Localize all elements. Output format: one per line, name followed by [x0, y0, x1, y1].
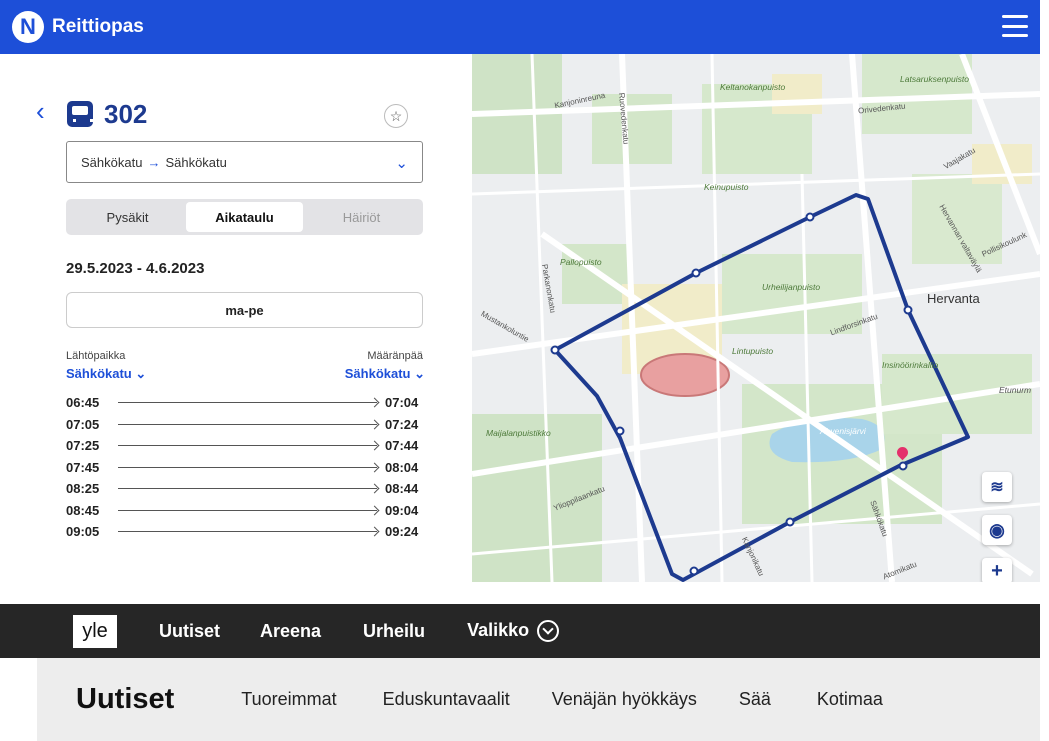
departure-time: 08:25 [66, 481, 100, 497]
tab-disruptions[interactable]: Häiriöt [303, 202, 420, 232]
origin-label: Lähtöpaikka [66, 350, 126, 362]
timetable-row[interactable]: 08:25 08:44 [66, 478, 423, 500]
tab-stops[interactable]: Pysäkit [69, 202, 186, 232]
nav-areena[interactable]: Areena [260, 621, 321, 642]
timetable-row[interactable]: 06:45 07:04 [66, 392, 423, 414]
hamburger-menu-icon[interactable] [1002, 15, 1028, 37]
section-link-eduskuntavaalit[interactable]: Eduskuntavaalit [383, 689, 510, 710]
arrival-time: 08:04 [385, 459, 419, 475]
favorite-star-icon[interactable]: ☆ [384, 104, 408, 128]
timetable-row[interactable]: 08:45 09:04 [66, 500, 423, 522]
section-nav: Uutiset Tuoreimmat Eduskuntavaalit Venäj… [37, 658, 1040, 741]
arrow-line [118, 488, 377, 490]
zoom-in-icon[interactable]: + [982, 558, 1012, 582]
section-link-kotimaa[interactable]: Kotimaa [817, 689, 883, 710]
yle-top-nav: yle Uutiset Areena Urheilu Valikko [0, 604, 1040, 658]
arrival-time: 07:24 [385, 416, 419, 432]
locate-me-icon[interactable]: ◉ [982, 515, 1012, 545]
map-label-park: Latsaruksenpuisto [900, 74, 969, 84]
bus-icon [67, 101, 93, 127]
departure-time: 06:45 [66, 395, 100, 411]
app-header: N Reittiopas [0, 0, 1040, 54]
map-district-label: Hervanta [927, 291, 980, 306]
route-tabs: Pysäkit Aikataulu Häiriöt [66, 199, 423, 235]
yle-logo[interactable]: yle [73, 614, 117, 648]
nav-urheilu[interactable]: Urheilu [363, 621, 425, 642]
chevron-down-circle-icon [537, 620, 560, 643]
arrow-line [118, 423, 377, 425]
route-panel: ‹ 302 ☆ Sähkökatu → Sähkökatu ⌄ Pysäkit … [0, 54, 472, 582]
arrival-time: 07:44 [385, 438, 419, 454]
departure-time: 07:25 [66, 438, 100, 454]
layers-icon[interactable]: ≋ [982, 472, 1012, 502]
map-label-park: Insinöörinkallio [882, 360, 939, 370]
departure-time: 07:05 [66, 416, 100, 432]
arrow-line [118, 509, 377, 511]
map-label-area: Etunurm [999, 385, 1032, 395]
chevron-down-icon: ⌄ [395, 155, 408, 172]
app-logo[interactable]: N [12, 11, 44, 43]
timetable-row[interactable]: 07:25 07:44 [66, 435, 423, 457]
origin-stop-select[interactable]: Sähkökatu ⌄ [66, 366, 146, 382]
departure-time: 07:45 [66, 459, 100, 475]
map-label-park: Keinupuisto [704, 182, 749, 192]
back-chevron-icon[interactable]: ‹ [36, 98, 45, 124]
section-title[interactable]: Uutiset [76, 683, 174, 716]
direction-select[interactable]: Sähkökatu → Sähkökatu ⌄ [66, 141, 423, 183]
arrow-line [118, 445, 377, 447]
section-link-venajan-hyokkays[interactable]: Venäjän hyökkäys [552, 689, 697, 710]
departure-time: 09:05 [66, 524, 100, 540]
timetable-row[interactable]: 07:05 07:24 [66, 414, 423, 436]
section-link-saa[interactable]: Sää [739, 689, 771, 710]
arrival-time: 07:04 [385, 395, 419, 411]
departure-time: 08:45 [66, 502, 100, 518]
destination-label: Määränpää [367, 350, 423, 362]
arrival-time: 08:44 [385, 481, 419, 497]
map-label-park: Lintupuisto [732, 346, 774, 356]
tab-timetable[interactable]: Aikataulu [186, 202, 303, 232]
nav-valikko[interactable]: Valikko [467, 619, 560, 643]
timetable-list: 06:45 07:04 07:05 07:24 07:25 07:44 07:45 08… [66, 392, 423, 543]
app-title[interactable]: Reittiopas [52, 16, 144, 38]
route-map[interactable]: Keltanokanpuisto Latsaruksenpuisto Keinu… [472, 54, 1040, 582]
direction-from: Sähkökatu [81, 154, 143, 170]
map-label-lake: Ahvenisjärvi [820, 426, 866, 436]
map-label-park: Keltanokanpuisto [720, 82, 786, 92]
timetable-row[interactable]: 07:45 08:04 [66, 457, 423, 479]
destination-stop-select[interactable]: Sähkökatu ⌄ [345, 366, 425, 382]
screenshot-frame: N Reittiopas ‹ 302 ☆ Sähkökatu → Sähköka… [0, 0, 1049, 741]
arrow-line [118, 466, 377, 468]
arrow-line [118, 402, 377, 404]
map-label-park: Pallopuisto [560, 257, 602, 267]
arrival-time: 09:24 [385, 524, 419, 540]
date-range: 29.5.2023 - 4.6.2023 [66, 260, 205, 277]
arrow-line [118, 531, 377, 533]
section-link-tuoreimmat[interactable]: Tuoreimmat [241, 689, 336, 710]
nav-uutiset[interactable]: Uutiset [159, 621, 220, 642]
arrival-time: 09:04 [385, 502, 419, 518]
weekday-button[interactable]: ma-pe [66, 292, 423, 328]
map-label-park: Maijalanpuistikko [486, 428, 551, 438]
direction-arrow: → [147, 154, 161, 170]
map-label-park: Urheilijanpuisto [762, 282, 821, 292]
route-number: 302 [104, 99, 148, 129]
timetable-row[interactable]: 09:05 09:24 [66, 521, 423, 543]
direction-to: Sähkökatu [165, 154, 227, 170]
nav-valikko-label: Valikko [467, 619, 530, 640]
